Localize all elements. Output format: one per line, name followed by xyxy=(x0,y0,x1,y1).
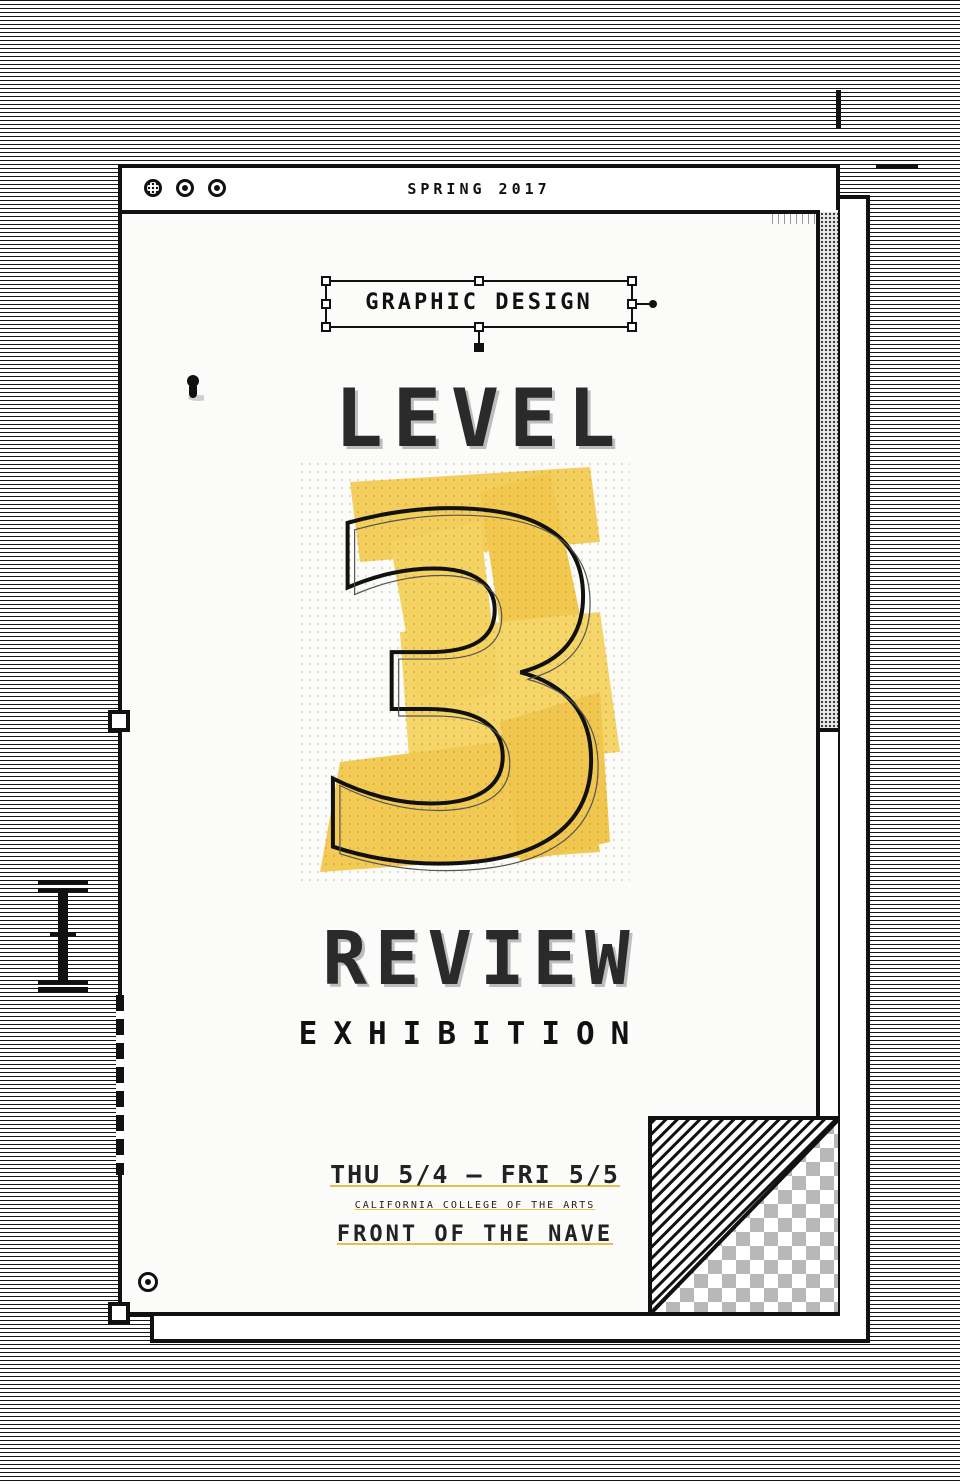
review-heading: REVIEW xyxy=(322,916,638,1002)
level-heading: LEVEL xyxy=(334,372,626,465)
window-title: SPRING 2017 xyxy=(407,180,551,198)
window-titlebar: SPRING 2017 xyxy=(122,168,836,214)
transparency-corner-tile xyxy=(648,1116,838,1312)
number-three-shadow: 3 xyxy=(308,462,630,882)
graphic-design-text: GRAPHIC DESIGN xyxy=(365,290,593,315)
top-horizontal-mark xyxy=(876,165,918,169)
ruler-ticks xyxy=(772,214,816,224)
number-three-art: 3 3 xyxy=(299,419,636,976)
checker-corner-graphic xyxy=(652,1120,838,1312)
event-dates: THU 5/4 – FRI 5/5 xyxy=(330,1160,620,1189)
yellow-tape-graphic: 3 3 xyxy=(299,419,636,976)
school-name: CALIFORNIA COLLEGE OF THE ARTS xyxy=(354,1200,596,1211)
exhibition-subtitle: EXHIBITION xyxy=(298,1016,646,1052)
event-venue: FRONT OF THE NAVE xyxy=(336,1222,614,1247)
resize-handle-bottom-left[interactable] xyxy=(108,1302,130,1324)
scrollbar-thumb[interactable] xyxy=(820,212,838,732)
target-icon xyxy=(138,1272,158,1292)
graphic-design-label[interactable]: GRAPHIC DESIGN xyxy=(321,276,657,352)
resize-handle-left[interactable] xyxy=(108,710,130,732)
top-vertical-mark xyxy=(836,90,841,128)
